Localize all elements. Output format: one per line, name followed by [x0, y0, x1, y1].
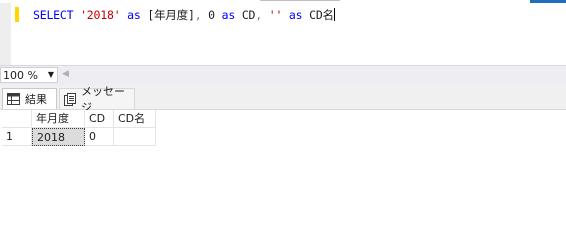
- chevron-down-icon: ▼: [47, 70, 54, 79]
- code-token-id: [年月度]: [147, 8, 195, 22]
- code-token-id: 0: [208, 8, 215, 22]
- code-token-op: ,: [194, 8, 209, 22]
- table-cell[interactable]: 0: [85, 128, 114, 146]
- code-token-kw: SELECT: [33, 8, 74, 22]
- row-number[interactable]: 1: [2, 128, 32, 146]
- tab-results[interactable]: 結果: [2, 88, 57, 109]
- message-icon: [64, 92, 76, 106]
- change-indicator-bar: [15, 7, 19, 22]
- code-token-kw: as: [127, 8, 141, 22]
- code-token-id: CD名: [309, 8, 334, 22]
- query-editor[interactable]: SELECT '2018' as [年月度], 0 as CD, '' as C…: [0, 3, 566, 65]
- table-cell[interactable]: 2018: [32, 128, 85, 146]
- code-line[interactable]: SELECT '2018' as [年月度], 0 as CD, '' as C…: [33, 7, 335, 23]
- code-token-kw: as: [221, 8, 236, 22]
- code-token-kw: as: [288, 8, 303, 22]
- results-tab-bar: 結果 メッセージ: [0, 85, 566, 114]
- code-token-id: [282, 8, 289, 22]
- code-token-id: [235, 8, 242, 22]
- column-header[interactable]: CD: [85, 110, 114, 128]
- zoom-value: 100 %: [3, 69, 38, 82]
- tab-results-label: 結果: [25, 93, 47, 106]
- code-token-id: CD: [241, 8, 256, 22]
- code-token-id: [215, 8, 222, 22]
- code-token-str: '2018': [80, 8, 121, 22]
- code-token-op: ,: [255, 8, 269, 22]
- text-caret: [333, 8, 335, 21]
- results-pane: 年月度 CD CD名 1 2018 0: [0, 110, 566, 206]
- column-header[interactable]: 年月度: [32, 110, 85, 128]
- column-header[interactable]: CD名: [114, 110, 156, 128]
- table-cell[interactable]: [114, 128, 156, 146]
- scroll-left-icon[interactable]: ◀: [62, 69, 69, 79]
- row-header-corner[interactable]: [2, 110, 32, 128]
- editor-gutter: [0, 3, 11, 65]
- code-token-str: '': [268, 8, 283, 22]
- tab-messages[interactable]: メッセージ: [59, 85, 135, 114]
- grid-icon: [7, 93, 20, 105]
- zoom-dropdown[interactable]: 100 % ▼: [0, 67, 58, 83]
